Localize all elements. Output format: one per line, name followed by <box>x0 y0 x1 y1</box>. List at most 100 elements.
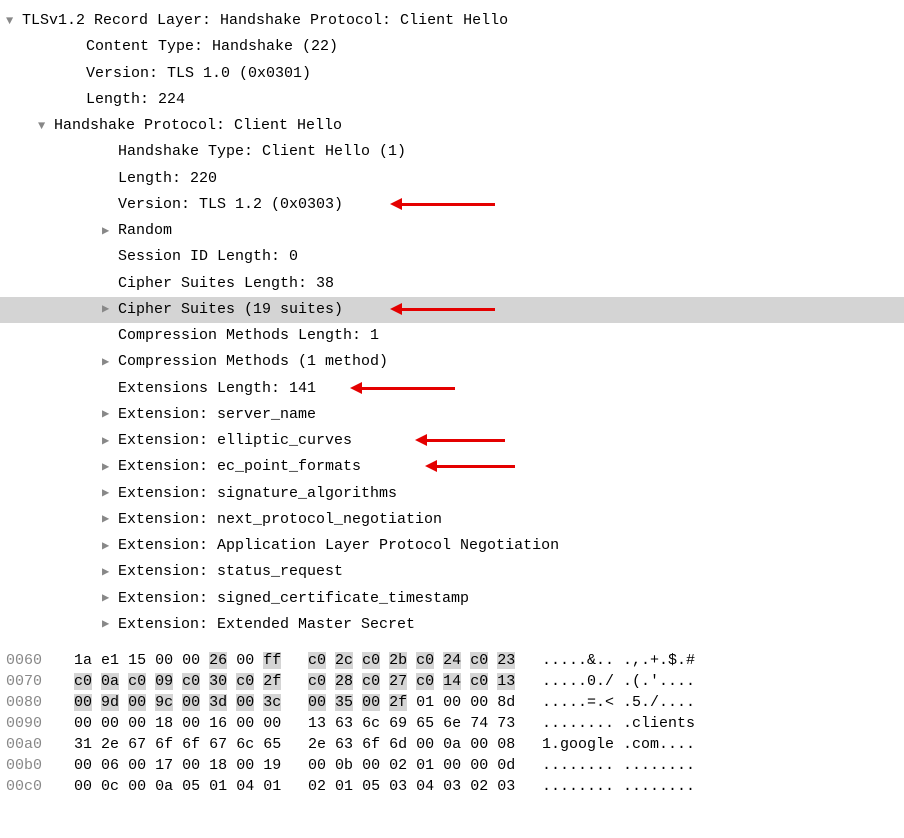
hex-byte[interactable]: ff <box>263 652 281 669</box>
hex-byte[interactable]: 00 <box>128 778 146 795</box>
hex-byte[interactable]: 00 <box>236 715 254 732</box>
hex-bytes[interactable]: c0 2c c0 2b c0 24 c0 23 <box>308 650 530 671</box>
hex-byte[interactable]: 0a <box>101 673 119 690</box>
hex-bytes[interactable]: 1a e1 15 00 00 26 00 ff <box>74 650 296 671</box>
ext-sct[interactable]: Extension: signed_certificate_timestamp <box>0 586 904 612</box>
hex-byte[interactable]: e1 <box>101 652 119 669</box>
collapsed-icon[interactable] <box>102 536 109 557</box>
hex-bytes[interactable]: 00 35 00 2f 01 00 00 8d <box>308 692 530 713</box>
hex-byte[interactable]: 2f <box>263 673 281 690</box>
hex-byte[interactable]: c0 <box>470 652 488 669</box>
hex-byte[interactable]: 73 <box>497 715 515 732</box>
hex-byte[interactable]: 02 <box>470 778 488 795</box>
hex-byte[interactable]: c0 <box>362 652 380 669</box>
hex-byte[interactable]: c0 <box>470 673 488 690</box>
hex-byte[interactable]: 03 <box>443 778 461 795</box>
hex-bytes[interactable]: 13 63 6c 69 65 6e 74 73 <box>308 713 530 734</box>
hex-byte[interactable]: 65 <box>263 736 281 753</box>
hex-byte[interactable]: 01 <box>416 757 434 774</box>
hex-byte[interactable]: 04 <box>416 778 434 795</box>
extensions-length[interactable]: Extensions Length: 141 <box>0 376 904 402</box>
hex-bytes[interactable]: 2e 63 6f 6d 00 0a 00 08 <box>308 734 530 755</box>
hex-byte[interactable]: 63 <box>335 715 353 732</box>
hex-byte[interactable]: 0a <box>155 778 173 795</box>
hex-byte[interactable]: 23 <box>497 652 515 669</box>
hex-byte[interactable]: 00 <box>74 694 92 711</box>
hex-byte[interactable]: 67 <box>209 736 227 753</box>
hex-byte[interactable]: 1a <box>74 652 92 669</box>
hex-byte[interactable]: 6c <box>236 736 254 753</box>
hex-byte[interactable]: 00 <box>155 652 173 669</box>
hex-bytes[interactable]: 31 2e 67 6f 6f 67 6c 65 <box>74 734 296 755</box>
hex-byte[interactable]: 03 <box>389 778 407 795</box>
hex-byte[interactable]: 18 <box>155 715 173 732</box>
hex-byte[interactable]: 00 <box>74 757 92 774</box>
hex-byte[interactable]: 00 <box>362 757 380 774</box>
hex-byte[interactable]: 00 <box>236 757 254 774</box>
collapsed-icon[interactable] <box>102 457 109 478</box>
hex-byte[interactable]: 00 <box>416 736 434 753</box>
hex-byte[interactable]: c0 <box>308 652 326 669</box>
compression-methods[interactable]: Compression Methods (1 method) <box>0 349 904 375</box>
hex-byte[interactable]: 00 <box>128 757 146 774</box>
hex-byte[interactable]: 0d <box>497 757 515 774</box>
hex-byte[interactable]: 01 <box>263 778 281 795</box>
hex-bytes[interactable]: 00 06 00 17 00 18 00 19 <box>74 755 296 776</box>
hex-byte[interactable]: 00 <box>182 715 200 732</box>
hex-byte[interactable]: 17 <box>155 757 173 774</box>
compression-methods-length[interactable]: Compression Methods Length: 1 <box>0 323 904 349</box>
record-length[interactable]: Length: 224 <box>0 87 904 113</box>
hex-byte[interactable]: 9c <box>155 694 173 711</box>
hex-byte[interactable]: 2e <box>101 736 119 753</box>
hex-byte[interactable]: 09 <box>155 673 173 690</box>
clienthello-version[interactable]: Version: TLS 1.2 (0x0303) <box>0 192 904 218</box>
hex-byte[interactable]: 13 <box>497 673 515 690</box>
ext-alpn[interactable]: Extension: Application Layer Protocol Ne… <box>0 533 904 559</box>
hex-byte[interactable]: c0 <box>416 673 434 690</box>
hex-byte[interactable]: 24 <box>443 652 461 669</box>
hex-byte[interactable]: 01 <box>335 778 353 795</box>
hex-byte[interactable]: 26 <box>209 652 227 669</box>
hex-byte[interactable]: 69 <box>389 715 407 732</box>
hex-byte[interactable]: 14 <box>443 673 461 690</box>
expanded-icon[interactable] <box>38 116 45 137</box>
collapsed-icon[interactable] <box>102 299 109 320</box>
hex-byte[interactable]: 2b <box>389 652 407 669</box>
cipher-suites-length[interactable]: Cipher Suites Length: 38 <box>0 271 904 297</box>
hex-bytes[interactable]: 00 0b 00 02 01 00 00 0d <box>308 755 530 776</box>
hex-byte[interactable]: 6c <box>362 715 380 732</box>
hex-byte[interactable]: 06 <box>101 757 119 774</box>
collapsed-icon[interactable] <box>102 483 109 504</box>
hex-byte[interactable]: 00 <box>236 652 254 669</box>
hex-byte[interactable]: 2e <box>308 736 326 753</box>
hex-byte[interactable]: c0 <box>236 673 254 690</box>
hex-byte[interactable]: 00 <box>443 694 461 711</box>
hex-byte[interactable]: 04 <box>236 778 254 795</box>
hex-bytes[interactable]: 02 01 05 03 04 03 02 03 <box>308 776 530 797</box>
ext-npn[interactable]: Extension: next_protocol_negotiation <box>0 507 904 533</box>
hex-byte[interactable]: 6f <box>362 736 380 753</box>
hex-bytes[interactable]: 00 00 00 18 00 16 00 00 <box>74 713 296 734</box>
hex-byte[interactable]: c0 <box>74 673 92 690</box>
hex-byte[interactable]: 13 <box>308 715 326 732</box>
hex-byte[interactable]: 35 <box>335 694 353 711</box>
hex-byte[interactable]: 00 <box>74 715 92 732</box>
hex-byte[interactable]: 02 <box>389 757 407 774</box>
hex-byte[interactable]: 6f <box>182 736 200 753</box>
hex-byte[interactable]: 00 <box>128 694 146 711</box>
hex-byte[interactable]: 65 <box>416 715 434 732</box>
hex-byte[interactable]: 19 <box>263 757 281 774</box>
ext-ems[interactable]: Extension: Extended Master Secret <box>0 612 904 638</box>
hex-byte[interactable]: 0a <box>443 736 461 753</box>
hex-byte[interactable]: 30 <box>209 673 227 690</box>
hex-byte[interactable]: 01 <box>209 778 227 795</box>
hex-dump-pane[interactable]: 00601a e1 15 00 00 26 00 ffc0 2c c0 2b c… <box>0 646 904 803</box>
content-type[interactable]: Content Type: Handshake (22) <box>0 34 904 60</box>
hex-byte[interactable]: 01 <box>416 694 434 711</box>
handshake-protocol[interactable]: Handshake Protocol: Client Hello <box>0 113 904 139</box>
hex-byte[interactable]: 15 <box>128 652 146 669</box>
record-layer[interactable]: TLSv1.2 Record Layer: Handshake Protocol… <box>0 8 904 34</box>
hex-byte[interactable]: 74 <box>470 715 488 732</box>
hex-bytes[interactable]: 00 0c 00 0a 05 01 04 01 <box>74 776 296 797</box>
hex-byte[interactable]: 08 <box>497 736 515 753</box>
